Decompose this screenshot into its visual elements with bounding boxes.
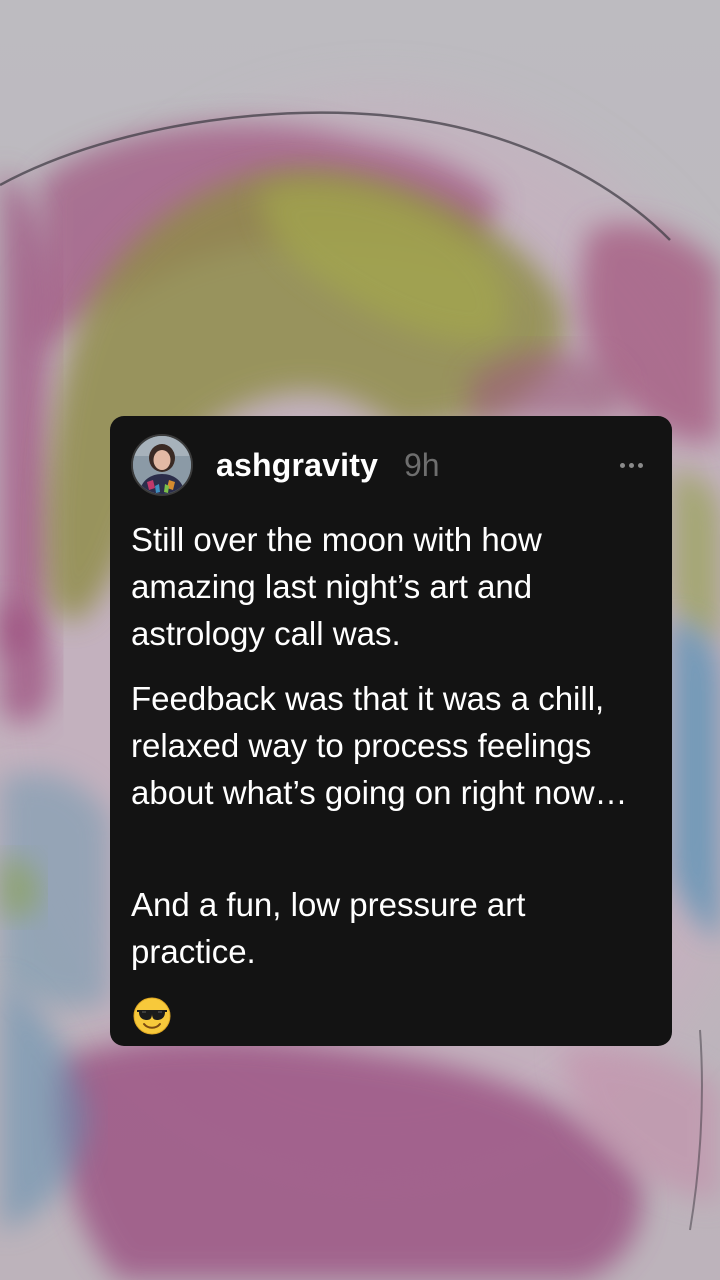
username[interactable]: ashgravity — [216, 446, 378, 484]
more-horizontal-icon[interactable] — [614, 452, 648, 478]
post-paragraph: And a fun, low pressure art practice. — [131, 886, 526, 970]
smiling-face-with-sunglasses-icon — [133, 997, 171, 1035]
post-paragraph: Feedback was that it was a chill, relaxe… — [131, 680, 628, 811]
post-card[interactable]: ashgravity 9h Still over the moon with h… — [110, 416, 672, 1046]
avatar[interactable] — [131, 434, 193, 496]
timestamp: 9h — [404, 447, 440, 483]
post-paragraph: Still over the moon with how amazing las… — [131, 521, 542, 652]
